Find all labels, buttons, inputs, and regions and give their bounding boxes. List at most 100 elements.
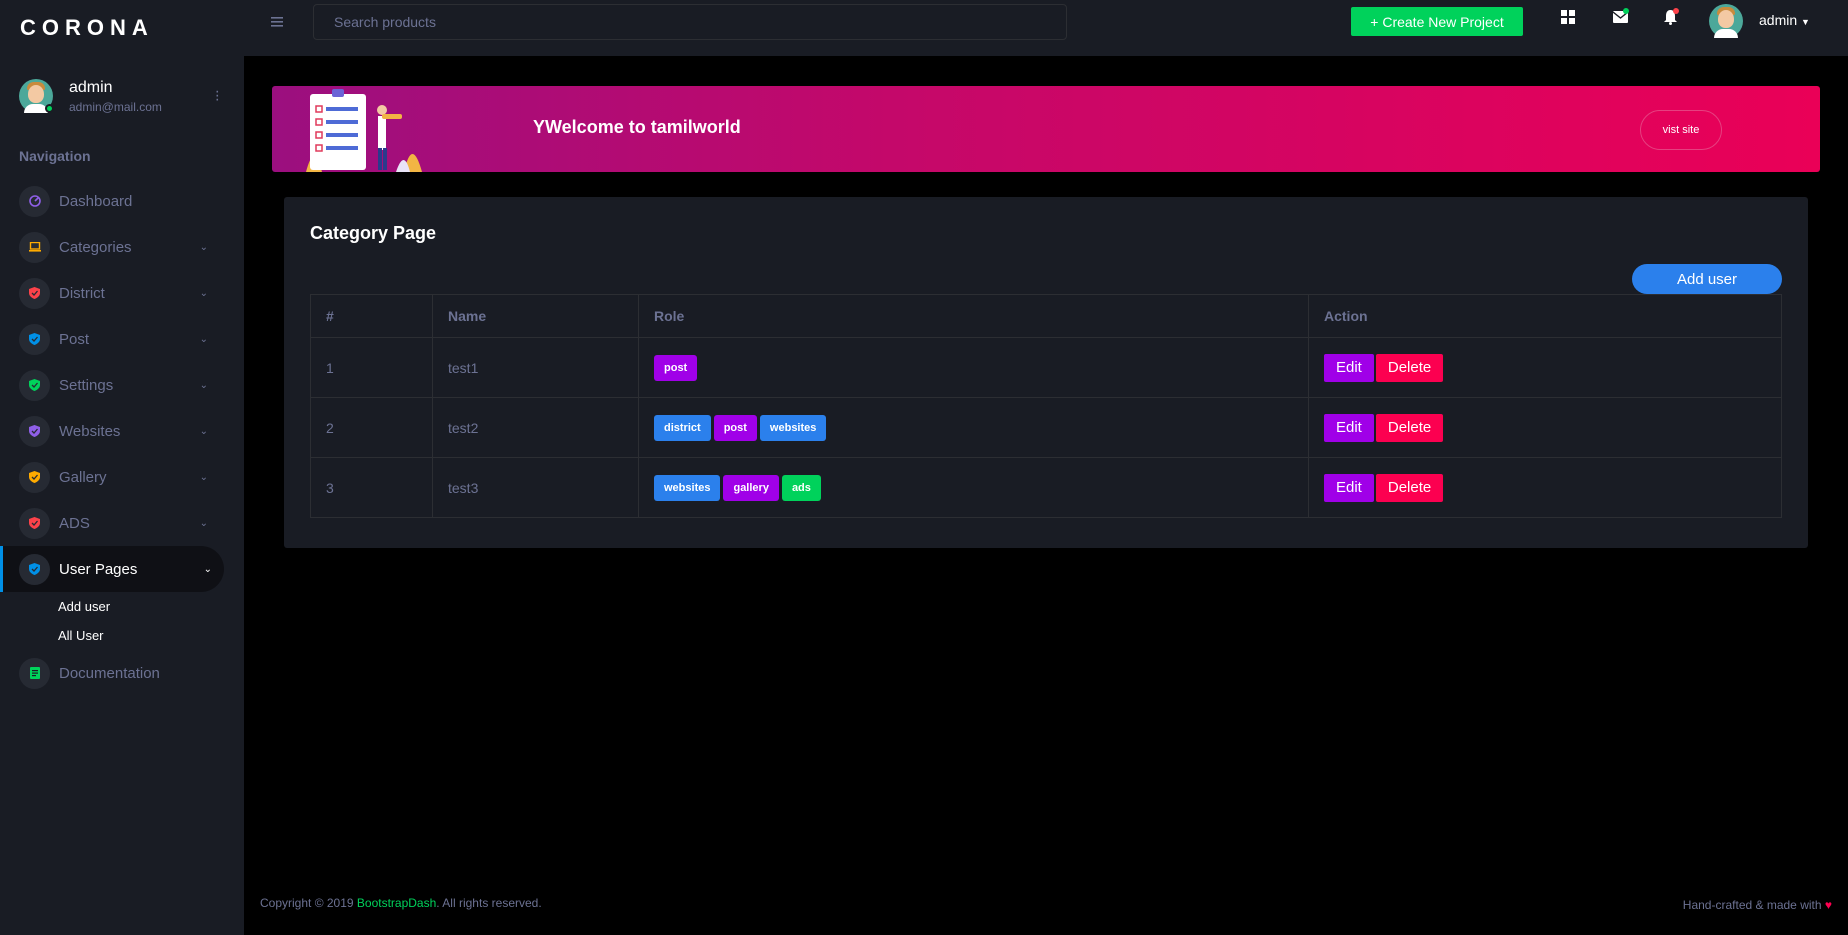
sidebar-item-user-pages[interactable]: User Pages ⌄ <box>0 546 224 592</box>
online-status-dot <box>45 104 54 113</box>
main-panel: YWelcome to tamilworld vist site Categor… <box>244 56 1848 935</box>
avatar[interactable] <box>19 79 54 113</box>
profile-email: admin@mail.com <box>69 99 162 114</box>
page-title: Category Page <box>310 223 437 243</box>
menu-toggle-icon[interactable] <box>271 14 283 30</box>
row-roles: post <box>638 337 1309 398</box>
grid-icon[interactable] <box>1561 10 1575 29</box>
row-actions: Edit Delete <box>1308 397 1782 458</box>
chevron-down-icon: ⌄ <box>199 517 208 529</box>
column-header: Role <box>638 294 1309 338</box>
top-navbar: Search products + Create New Project adm… <box>244 0 1848 56</box>
row-roles: websites gallery ads <box>638 457 1309 518</box>
copyright-suffix: . All rights reserved. <box>436 896 542 910</box>
row-id: 2 <box>310 397 433 458</box>
sidebar-item-documentation[interactable]: Documentation <box>0 650 244 696</box>
mail-badge-dot <box>1623 8 1629 14</box>
chevron-down-icon: ⌄ <box>199 379 208 391</box>
row-name: test2 <box>432 397 639 458</box>
sidebar-item-label: ADS <box>59 514 90 532</box>
brand-logo[interactable]: CORONA <box>0 0 244 56</box>
column-header: Name <box>432 294 639 338</box>
footer-copyright: Copyright © 2019 BootstrapDash. All righ… <box>260 896 542 910</box>
sidebar-item-post[interactable]: Post ⌄ <box>0 316 244 362</box>
sidebar-item-categories[interactable]: Categories ⌄ <box>0 224 244 270</box>
column-header: Action <box>1308 294 1782 338</box>
chevron-down-icon: ⌄ <box>199 287 208 299</box>
category-card: Category Page Add user # Name Role Actio… <box>284 197 1808 548</box>
shield-icon <box>19 369 50 401</box>
chevron-down-icon: ⌄ <box>199 425 208 437</box>
table-row: 1 test1 post Edit Delete <box>310 337 1782 398</box>
role-badge: websites <box>759 414 827 441</box>
sidebar-item-label: Websites <box>59 422 121 440</box>
banner-title: YWelcome to tamilworld <box>533 117 741 137</box>
user-avatar[interactable] <box>1709 4 1743 38</box>
search-input[interactable]: Search products <box>313 4 1067 40</box>
delete-button[interactable]: Delete <box>1375 353 1444 382</box>
shield-icon <box>19 507 50 539</box>
bell-icon[interactable] <box>1664 8 1679 30</box>
mail-icon[interactable] <box>1612 8 1629 28</box>
footer-credit: Hand-crafted & made with ♥ <box>1683 898 1832 912</box>
row-roles: district post websites <box>638 397 1309 458</box>
category-table: # Name Role Action 1 test1 post Edit Delete 2… <box>310 294 1782 518</box>
edit-button[interactable]: Edit <box>1324 473 1374 502</box>
shield-icon <box>19 461 50 493</box>
sidebar-item-label: Settings <box>59 376 114 394</box>
sidebar-item-label: District <box>59 284 105 302</box>
sidebar-item-label: Gallery <box>59 468 107 486</box>
visit-site-button[interactable]: vist site <box>1640 110 1722 150</box>
row-actions: Edit Delete <box>1308 457 1782 518</box>
create-project-button[interactable]: + Create New Project <box>1351 7 1523 36</box>
user-name: admin <box>1759 12 1798 28</box>
row-name: test3 <box>432 457 639 518</box>
sidebar-item-websites[interactable]: Websites ⌄ <box>0 408 244 454</box>
add-user-button[interactable]: Add user <box>1632 264 1782 294</box>
profile-name: admin <box>69 78 113 96</box>
role-badge: websites <box>654 474 721 501</box>
credit-text: Hand-crafted & made with <box>1682 898 1822 912</box>
sidebar-item-label: Categories <box>59 238 132 256</box>
document-icon <box>19 657 50 689</box>
checklist-illustration <box>286 86 436 172</box>
sidebar-item-ads[interactable]: ADS ⌄ <box>0 500 244 546</box>
role-badge: ads <box>781 474 821 501</box>
copyright-text: Copyright © 2019 <box>260 896 357 910</box>
table-row: 2 test2 district post websites Edit Delete <box>310 397 1782 458</box>
heart-icon: ♥ <box>1824 898 1832 912</box>
table-row: 3 test3 websites gallery ads Edit Delete <box>310 457 1782 518</box>
speedometer-icon <box>19 185 50 217</box>
chevron-down-icon: ⌄ <box>199 241 208 253</box>
sidebar-subitem-all-user[interactable]: All User <box>0 621 244 650</box>
more-options-icon[interactable]: · · · <box>215 84 220 108</box>
sidebar-subitem-add-user[interactable]: Add user <box>0 592 244 621</box>
bootstrapdash-link[interactable]: BootstrapDash <box>357 896 436 910</box>
edit-button[interactable]: Edit <box>1324 353 1374 382</box>
delete-button[interactable]: Delete <box>1375 413 1444 442</box>
notification-badge-dot <box>1673 8 1679 14</box>
column-header: # <box>310 294 433 338</box>
sidebar-item-dashboard[interactable]: Dashboard <box>0 178 244 224</box>
sidebar-item-district[interactable]: District ⌄ <box>0 270 244 316</box>
shield-icon <box>19 277 50 309</box>
sidebar-item-label: Documentation <box>59 664 160 682</box>
delete-button[interactable]: Delete <box>1375 473 1444 502</box>
sidebar-item-settings[interactable]: Settings ⌄ <box>0 362 244 408</box>
welcome-banner: YWelcome to tamilworld vist site <box>272 86 1820 172</box>
role-badge: post <box>713 414 757 441</box>
chevron-down-icon: ⌄ <box>199 471 208 483</box>
chevron-down-icon: ⌄ <box>199 333 208 345</box>
sidebar-item-gallery[interactable]: Gallery ⌄ <box>0 454 244 500</box>
sidebar-item-label: Post <box>59 330 90 348</box>
edit-button[interactable]: Edit <box>1324 413 1374 442</box>
row-actions: Edit Delete <box>1308 337 1782 398</box>
role-badge: district <box>654 414 711 441</box>
sidebar-item-label: User Pages <box>59 560 138 578</box>
row-id: 1 <box>310 337 433 398</box>
row-id: 3 <box>310 457 433 518</box>
user-menu[interactable]: admin ▼ <box>1759 12 1810 28</box>
shield-icon <box>19 323 50 355</box>
role-badge: gallery <box>723 474 779 501</box>
caret-down-icon: ▼ <box>1801 17 1810 27</box>
